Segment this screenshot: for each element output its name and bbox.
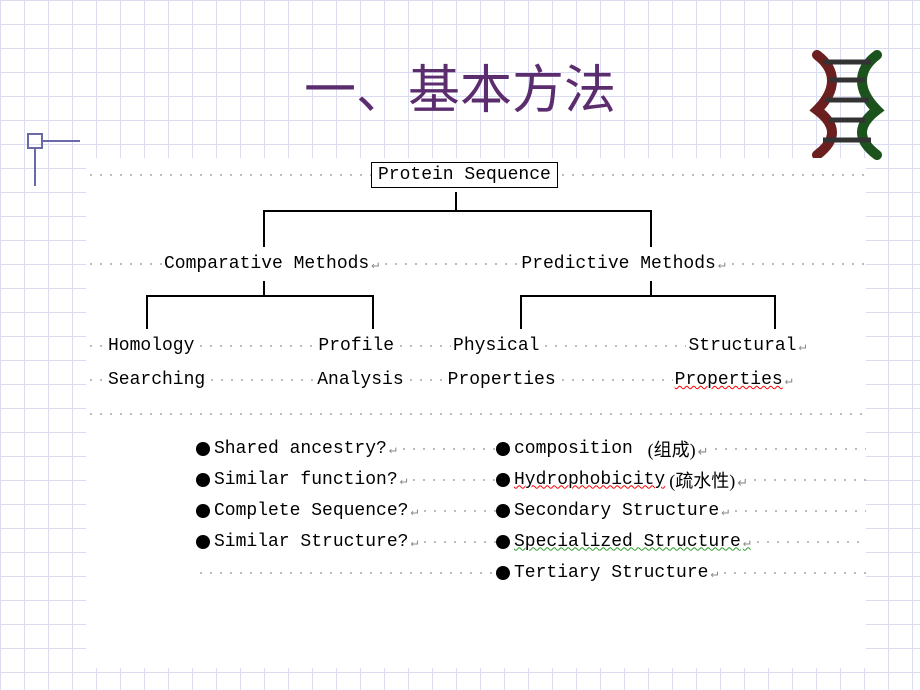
corner-ornament <box>24 130 84 190</box>
bullet-note: (组成) <box>646 436 711 462</box>
leaf-structural: Structural <box>686 336 808 356</box>
bullet-item: Shared ancestry? <box>212 439 399 459</box>
branch-predictive: Predictive Methods <box>519 254 727 274</box>
branch-comparative: Comparative Methods <box>162 254 381 274</box>
leaf-pproperties: Properties <box>446 370 558 390</box>
bullets-right: composition (组成) Hydrophobicity(疏水性) Sec… <box>496 433 866 588</box>
bullet-item: composition <box>512 439 635 459</box>
bullet-icon <box>496 473 510 487</box>
bullet-icon <box>496 504 510 518</box>
bullet-icon <box>196 442 210 456</box>
bullet-item: Complete Sequence? <box>212 501 420 521</box>
diagram-area: Protein Sequence Comparative Methods Pre… <box>86 158 866 668</box>
bullets-left: Shared ancestry? Similar function? Compl… <box>196 433 496 588</box>
root-node: Protein Sequence <box>371 162 558 188</box>
leaf-analysis: Analysis <box>315 370 405 390</box>
bullet-icon <box>196 504 210 518</box>
bullet-icon <box>496 535 510 549</box>
bullet-icon <box>496 566 510 580</box>
bullet-icon <box>196 535 210 549</box>
leaf-physical: Physical <box>451 336 541 356</box>
bullet-item: Specialized Structure <box>512 532 753 552</box>
bullet-item: Secondary Structure <box>512 501 731 521</box>
bullet-item: Similar Structure? <box>212 532 420 552</box>
slide-title: 一、基本方法 <box>0 48 920 123</box>
bullet-note: (疏水性) <box>667 467 750 493</box>
bullet-item: Hydrophobicity <box>512 470 667 490</box>
leaf-homology: Homology <box>106 336 196 356</box>
bullet-icon <box>196 473 210 487</box>
bullet-item: Tertiary Structure <box>512 563 720 583</box>
bullet-item: Similar function? <box>212 470 409 490</box>
leaf-profile: Profile <box>316 336 396 356</box>
leaf-sproperties: Properties <box>675 370 783 390</box>
leaf-searching: Searching <box>106 370 207 390</box>
bullet-icon <box>496 442 510 456</box>
